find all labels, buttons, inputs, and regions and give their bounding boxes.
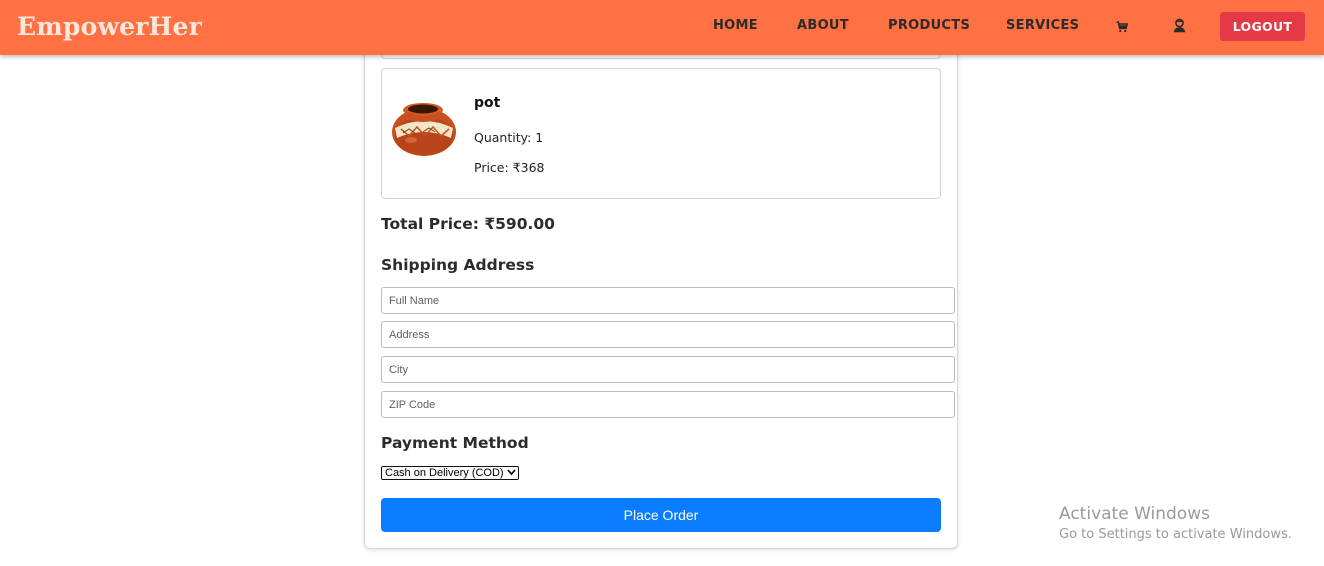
logout-button[interactable]: LOGOUT [1220, 12, 1305, 41]
shipping-heading: Shipping Address [381, 256, 535, 274]
address-input[interactable] [381, 321, 955, 348]
top-navbar: EmpowerHer HOME ABOUT PRODUCTS SERVICES … [0, 0, 1324, 55]
zip-input[interactable] [381, 391, 955, 418]
nav-services-link[interactable]: SERVICES [1006, 18, 1079, 33]
payment-method-select[interactable]: Cash on Delivery (COD) [381, 466, 519, 480]
payment-heading: Payment Method [381, 434, 529, 452]
item-name: pot [474, 95, 501, 111]
full-name-input[interactable] [381, 287, 955, 314]
activate-windows-watermark: Activate Windows Go to Settings to activ… [1059, 504, 1292, 542]
cart-icon[interactable] [1116, 20, 1129, 38]
nav-products-link[interactable]: PRODUCTS [888, 18, 970, 33]
watermark-subtitle: Go to Settings to activate Windows. [1059, 527, 1292, 542]
watermark-title: Activate Windows [1059, 504, 1210, 524]
place-order-button[interactable]: Place Order [381, 498, 941, 532]
user-icon[interactable] [1173, 18, 1186, 38]
nav-home-link[interactable]: HOME [713, 18, 758, 33]
cart-item [381, 68, 941, 199]
item-quantity: Quantity: 1 [474, 130, 544, 145]
payment-selected-value: Cash on Delivery (COD) [385, 467, 504, 479]
total-price: Total Price: ₹590.00 [381, 215, 555, 233]
pot-image [389, 96, 459, 163]
city-input[interactable] [381, 356, 955, 383]
item-price: Price: ₹368 [474, 160, 545, 175]
nav-about-link[interactable]: ABOUT [797, 18, 849, 33]
chevron-down-icon [507, 467, 516, 481]
brand-logo[interactable]: EmpowerHer [17, 12, 202, 41]
